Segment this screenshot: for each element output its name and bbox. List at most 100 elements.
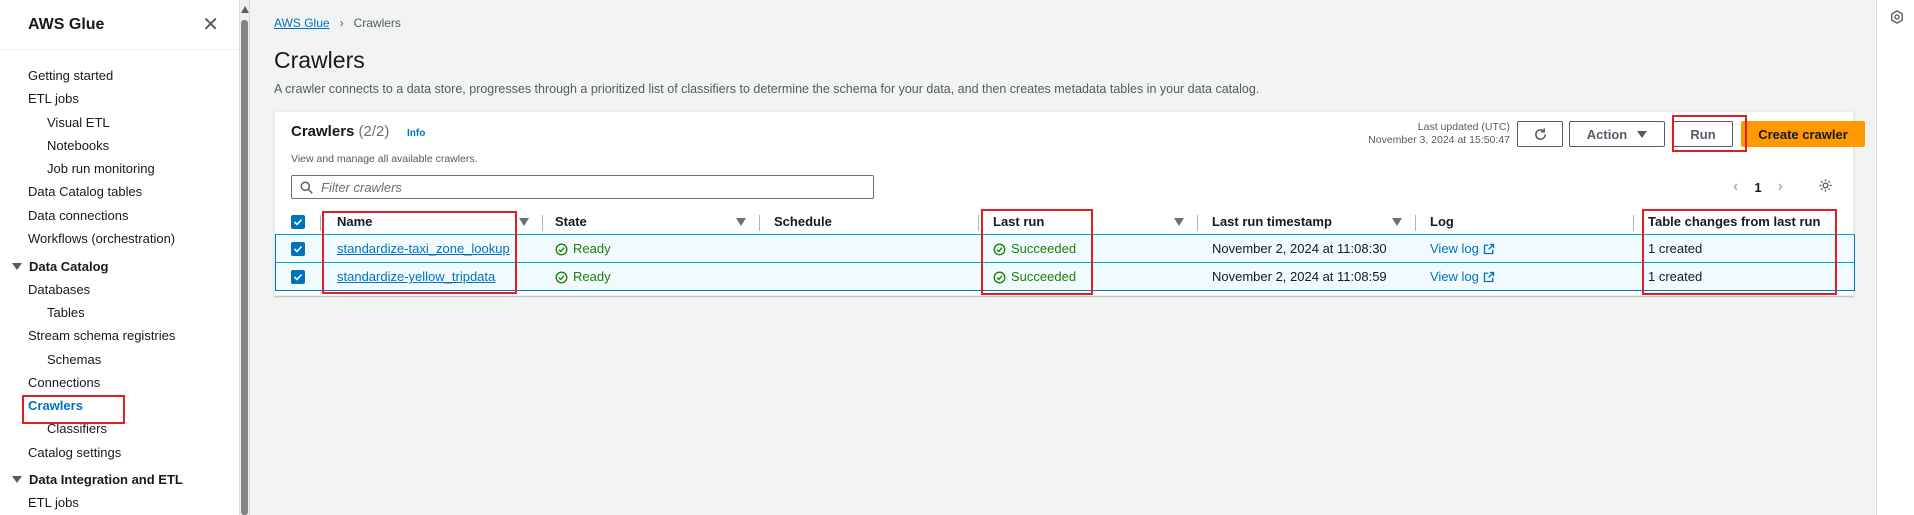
header-last-run[interactable]: Last run [993,209,1044,235]
section-data-catalog[interactable]: Data Catalog [0,254,239,277]
sort-icon[interactable] [736,218,746,226]
crawlers-table-container: Crawlers (2/2) Info View and manage all … [274,111,1865,296]
table-header: Name State Schedule Last run Last run ti… [275,209,1855,235]
sort-icon[interactable] [1392,218,1402,226]
nav-tables[interactable]: Tables [0,301,239,324]
panel-description: View and manage all available crawlers. [291,153,478,165]
last-updated: Last updated (UTC) November 3, 2024 at 1… [1325,121,1510,147]
section-data-integration[interactable]: Data Integration and ETL [0,468,239,491]
header-name[interactable]: Name [337,209,372,235]
column-divider [759,215,760,231]
row-checkbox[interactable] [291,242,305,256]
section-data-catalog-label: Data Catalog [29,258,109,274]
header-last-run-timestamp[interactable]: Last run timestamp [1212,209,1332,235]
breadcrumb-aws-glue[interactable]: AWS Glue [274,16,330,30]
close-icon[interactable]: ✕ [202,12,219,37]
breadcrumb-separator-icon: › [339,16,344,30]
info-link[interactable]: Info [407,128,425,139]
sidebar-title[interactable]: AWS Glue [28,16,104,34]
check-circle-icon [555,271,568,283]
nav-schemas[interactable]: Schemas [0,348,239,371]
last-run-status: Succeeded [993,235,1076,263]
table-changes-cell: 1 created [1648,241,1703,256]
settings-icon[interactable] [1818,178,1833,196]
view-log-link[interactable]: View log [1430,263,1495,291]
page-title: Crawlers [274,47,365,73]
header-state[interactable]: State [555,209,587,235]
filter-field[interactable] [291,175,874,199]
page-description: A crawler connects to a data store, prog… [274,82,1260,96]
chevron-left-icon[interactable]: ‹ [1733,178,1738,196]
header-table-changes[interactable]: Table changes from last run [1648,209,1820,235]
view-log-text: View log [1430,241,1479,256]
crawler-name-link[interactable]: standardize-taxi_zone_lookup [337,235,510,263]
sort-icon[interactable] [519,218,529,226]
scroll-up-arrow-icon[interactable] [241,6,249,13]
nav-databases[interactable]: Databases [0,278,239,301]
nav-getting-started[interactable]: Getting started [0,64,239,87]
last-updated-label: Last updated (UTC) [1417,121,1510,133]
sidebar-scrollbar[interactable] [240,0,250,515]
nav-data-connections[interactable]: Data connections [0,204,239,227]
nav-workflows[interactable]: Workflows (orchestration) [0,227,239,250]
state-text: Ready [573,241,611,256]
scrollbar-thumb[interactable] [241,20,248,515]
caret-down-icon [12,262,22,270]
nav-catalog-settings[interactable]: Catalog settings [0,441,239,464]
last-run-status: Succeeded [993,263,1076,291]
state-status: Ready [555,235,611,263]
refresh-button[interactable] [1517,121,1563,147]
nav-stream-schema-registries[interactable]: Stream schema registries [0,324,239,347]
table-row[interactable]: standardize-taxi_zone_lookup Ready Succe… [275,234,1855,263]
table-changes-cell: 1 created [1648,269,1703,284]
header-log[interactable]: Log [1430,209,1454,235]
last-run-text: Succeeded [1011,241,1077,256]
select-all-checkbox[interactable] [291,215,305,229]
column-divider [1415,215,1416,231]
nav-crawlers[interactable]: Crawlers [0,394,239,417]
state-text: Ready [573,269,611,284]
panel-title: Crawlers (2/2) [291,123,389,140]
create-crawler-button[interactable]: Create crawler [1741,121,1865,147]
column-divider [542,215,543,231]
panel-count: (2/2) [358,123,390,140]
search-icon [300,180,313,194]
table-row[interactable]: standardize-yellow_tripdata Ready Succee… [275,262,1855,291]
run-button[interactable]: Run [1673,121,1733,147]
pagination: ‹ 1 › [1733,178,1783,196]
right-utility-rail [1876,0,1914,515]
external-link-icon [1483,243,1495,255]
caret-down-icon [1637,130,1648,138]
view-log-link[interactable]: View log [1430,235,1495,263]
check-circle-icon [993,271,1006,283]
nav-connections[interactable]: Connections [0,371,239,394]
row-checkbox[interactable] [291,270,305,284]
page-number[interactable]: 1 [1754,180,1761,195]
nav-notebooks[interactable]: Notebooks [0,134,239,157]
nav-job-run-monitoring[interactable]: Job run monitoring [0,157,239,180]
checkbox-checked-icon [293,218,303,226]
crawlers-table: Name State Schedule Last run Last run ti… [275,209,1855,291]
crawler-name-link[interactable]: standardize-yellow_tripdata [337,263,495,291]
sort-icon[interactable] [1174,218,1184,226]
checkbox-checked-icon [293,245,303,253]
last-run-timestamp: November 2, 2024 at 11:08:30 [1212,241,1387,256]
breadcrumb: AWS Glue › Crawlers [274,16,401,30]
side-navigation: AWS Glue ✕ Getting started ETL jobs Visu… [0,0,240,515]
external-link-icon [1483,271,1495,283]
action-dropdown-button[interactable]: Action [1569,121,1665,147]
nav-visual-etl[interactable]: Visual ETL [0,111,239,134]
settings-icon[interactable] [1890,10,1904,27]
panel-title-text: Crawlers [291,123,355,140]
refresh-icon [1534,127,1546,140]
nav-data-catalog-tables[interactable]: Data Catalog tables [0,180,239,203]
nav-etl-jobs[interactable]: ETL jobs [0,87,239,110]
action-button-label: Action [1586,126,1628,142]
nav-integration-etl-jobs[interactable]: ETL jobs [0,491,239,514]
last-updated-value: November 3, 2024 at 15:50:47 [1368,134,1510,146]
header-schedule[interactable]: Schedule [774,209,832,235]
filter-crawlers-input[interactable] [321,179,841,195]
nav-classifiers[interactable]: Classifiers [0,417,239,440]
section-data-integration-label: Data Integration and ETL [29,472,183,488]
chevron-right-icon[interactable]: › [1778,178,1783,196]
